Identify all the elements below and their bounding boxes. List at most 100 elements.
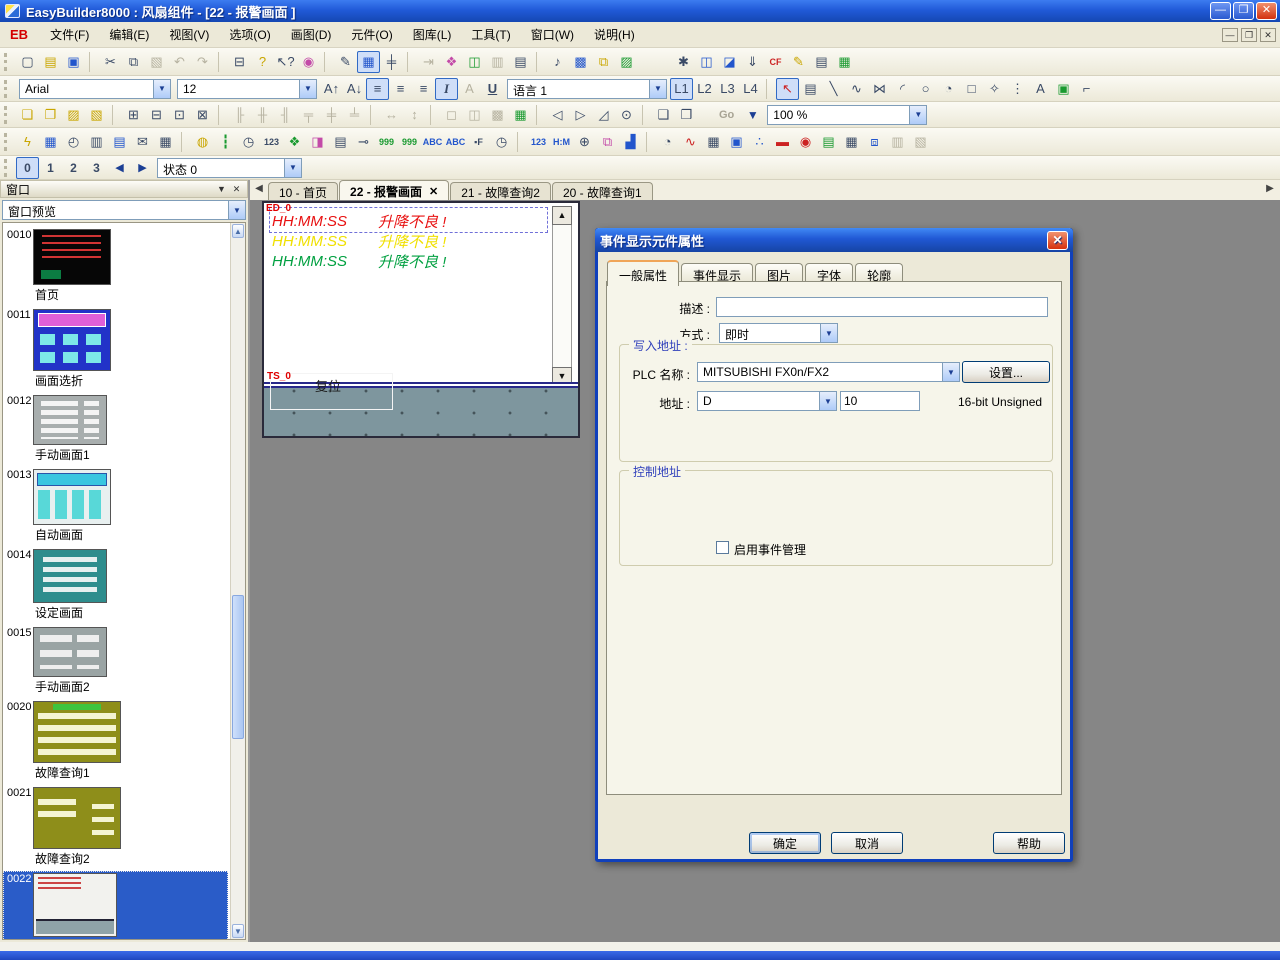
same-height-icon[interactable]: ↕ [403,104,426,126]
event-display-scrollbar[interactable]: ▲ ▼ [552,206,572,386]
print-icon[interactable]: ⊟ [228,51,251,73]
scroll-up-icon[interactable]: ▲ [232,224,244,238]
window-item-0022[interactable]: 0022 报警画面 [3,871,228,940]
switch-object-icon[interactable]: ϟ [16,131,39,153]
backup-icon[interactable]: ▥ [886,131,909,153]
window-thumbnail[interactable] [33,701,121,763]
chevron-down-icon[interactable]: ▼ [819,392,836,410]
pie-tool-icon[interactable]: ◔ [937,78,960,100]
flip-vertical-icon[interactable]: ▷ [569,104,592,126]
frame-tool-icon[interactable]: ⌐ [1075,78,1098,100]
window-list-scrollbar[interactable]: ▲ ▼ [230,223,245,939]
window-thumbnail[interactable] [33,395,107,445]
center-vertical-icon[interactable]: ⊟ [145,104,168,126]
meter-display-icon[interactable]: ◔ [656,131,679,153]
whats-this-icon[interactable]: ↖? [274,51,297,73]
download-icon[interactable]: ⇓ [741,51,764,73]
bring-forward-icon[interactable]: ▨ [62,104,85,126]
grid-icon[interactable]: ▦ [357,51,380,73]
trend-display-icon[interactable]: ∿ [679,131,702,153]
scale-tool-icon[interactable]: ⋮ [1006,78,1029,100]
find-icon[interactable]: ◉ [297,51,320,73]
font-enlarge-icon[interactable]: A↑ [320,78,343,100]
mdi-minimize-button[interactable]: — [1222,28,1238,42]
window-thumbnail[interactable] [33,873,117,937]
window-preview-combo[interactable]: 窗口预览 ▼ [2,200,246,220]
chevron-down-icon[interactable]: ▼ [153,80,170,98]
chevron-down-icon[interactable]: ▼ [228,201,245,219]
menu-library[interactable]: 图库(L) [403,22,462,47]
rotate-icon[interactable]: ◿ [592,104,615,126]
label-library-icon[interactable]: ⧉ [592,51,615,73]
event-display-icon[interactable]: ▤ [817,131,840,153]
window-thumbnail[interactable] [33,309,111,371]
menu-view[interactable]: 视图(V) [159,22,219,47]
help-icon[interactable]: ? [251,51,274,73]
polygon-tool-icon[interactable]: ✧ [983,78,1006,100]
test-pen-icon[interactable]: ✎ [334,51,357,73]
recipe-transfer-icon[interactable]: ▤ [108,131,131,153]
set-bit-icon[interactable]: ◷ [237,131,260,153]
sound-library-icon[interactable]: ♪ [546,51,569,73]
align-left-icon[interactable]: ≡ [366,78,389,100]
align-right-edges-icon[interactable]: ╢ [274,104,297,126]
data-sampling-icon[interactable]: ▦ [840,131,863,153]
bar-graph-icon[interactable]: ▟ [619,131,642,153]
indirect-window-icon[interactable]: ▪F [467,131,490,153]
cf-card-icon[interactable]: CF [764,51,787,73]
resize-objects-icon[interactable]: ▩ [486,104,509,126]
font-shrink-icon[interactable]: A↓ [343,78,366,100]
animation-icon[interactable]: ⧉ [596,131,619,153]
data-table-icon[interactable]: ▦ [833,51,856,73]
ascii-display-icon[interactable]: ABC [421,131,444,153]
mail-icon[interactable]: ✉ [131,131,154,153]
underline-icon[interactable]: U [481,78,504,100]
numeric-input-icon[interactable]: 999 [398,131,421,153]
plc-control-icon[interactable]: ▦ [39,131,62,153]
state-combo[interactable]: 状态 0 ▼ [157,158,302,178]
enable-event-management-checkbox[interactable] [716,541,729,554]
bring-to-front-icon[interactable]: ❏ [16,104,39,126]
close-button[interactable]: ✕ [1256,2,1277,20]
menu-tools[interactable]: 工具(T) [461,22,520,47]
dialog-tab-general[interactable]: 一般属性 [607,260,679,286]
state-3-button[interactable]: 3 [85,157,108,179]
offline-simulation-icon[interactable]: ◪ [718,51,741,73]
address-value-input[interactable] [840,391,920,411]
word-lamp-icon[interactable]: ┇ [214,131,237,153]
easy-converter-icon[interactable]: ✎ [787,51,810,73]
alarm-display-icon[interactable]: ◉ [794,131,817,153]
minimize-button[interactable]: — [1210,2,1231,20]
new-icon[interactable]: ▢ [16,51,39,73]
cut-icon[interactable]: ✂ [99,51,122,73]
window-item-0014[interactable]: 0014 设定画面 [3,547,228,623]
ascii-input-icon[interactable]: ABC [444,131,467,153]
scroll-down-icon[interactable]: ▼ [232,924,244,938]
layer-l3-button[interactable]: L3 [716,78,739,100]
ok-button[interactable]: 确定 [749,832,821,854]
align-top-edges-icon[interactable]: ╤ [297,104,320,126]
nudge-right-icon[interactable]: ◫ [463,104,486,126]
state-0-button[interactable]: 0 [16,157,39,179]
align-left-edges-icon[interactable]: ╟ [228,104,251,126]
compile-icon[interactable]: ✱ [672,51,695,73]
menu-edit[interactable]: 编辑(E) [99,22,159,47]
layer-l2-button[interactable]: L2 [693,78,716,100]
mdi-close-button[interactable]: ✕ [1260,28,1276,42]
tab-10-home[interactable]: 10 - 首页 [268,182,338,200]
language-combo[interactable]: 语言 1 ▼ [507,79,667,99]
shape-library-icon[interactable]: ❖ [440,51,463,73]
tab-close-icon[interactable]: ✕ [429,185,438,198]
polyline-tool-icon[interactable]: ⋈ [868,78,891,100]
previous-state-icon[interactable]: ◀ [108,157,131,179]
jump-to-window-icon[interactable]: ▼ [741,104,764,126]
scrollbar-thumb[interactable] [232,595,244,738]
address-tag-icon[interactable]: ▤ [509,51,532,73]
copy-icon[interactable]: ⧉ [122,51,145,73]
multi-copy-icon[interactable]: ▦ [509,104,532,126]
picture-library-icon[interactable]: ◫ [463,51,486,73]
window-thumbnail[interactable] [33,787,121,849]
zoom-combo[interactable]: 100 % ▼ [767,105,927,125]
mode-combo[interactable]: 即时 ▼ [719,323,838,343]
window-thumbnail[interactable] [33,229,111,285]
